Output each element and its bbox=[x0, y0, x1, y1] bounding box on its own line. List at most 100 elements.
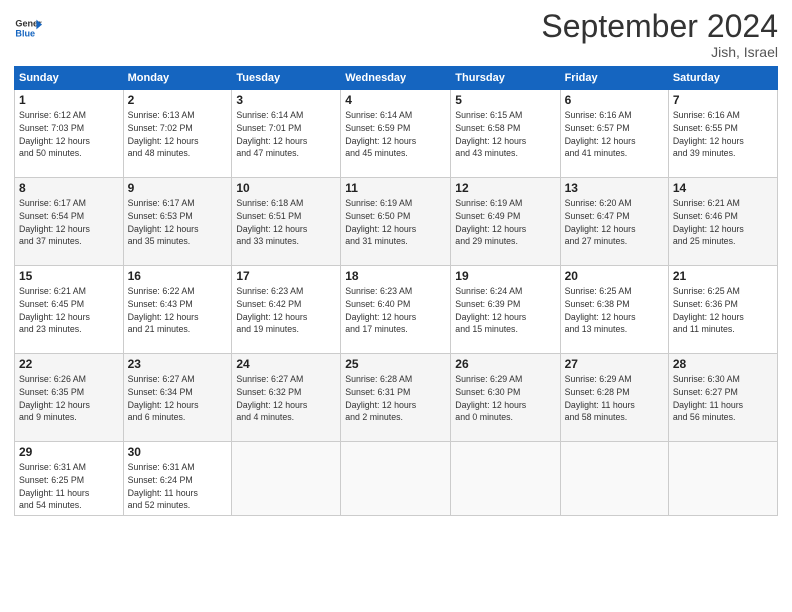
day-info: Sunrise: 6:31 AM Sunset: 6:25 PM Dayligh… bbox=[19, 461, 119, 512]
day-info: Sunrise: 6:18 AM Sunset: 6:51 PM Dayligh… bbox=[236, 197, 336, 248]
col-tuesday: Tuesday bbox=[232, 67, 341, 90]
col-sunday: Sunday bbox=[15, 67, 124, 90]
day-number: 14 bbox=[673, 181, 773, 195]
day-number: 20 bbox=[565, 269, 664, 283]
calendar-cell: 18 Sunrise: 6:23 AM Sunset: 6:40 PM Dayli… bbox=[341, 266, 451, 354]
week-row-5: 29 Sunrise: 6:31 AM Sunset: 6:25 PM Dayli… bbox=[15, 442, 778, 516]
day-number: 23 bbox=[128, 357, 228, 371]
day-info: Sunrise: 6:27 AM Sunset: 6:32 PM Dayligh… bbox=[236, 373, 336, 424]
day-number: 5 bbox=[455, 93, 555, 107]
calendar-cell bbox=[451, 442, 560, 516]
day-info: Sunrise: 6:21 AM Sunset: 6:45 PM Dayligh… bbox=[19, 285, 119, 336]
calendar-cell: 1Sunrise: 6:12 AM Sunset: 7:03 PM Daylig… bbox=[15, 90, 124, 178]
calendar-cell: 3 Sunrise: 6:14 AM Sunset: 7:01 PM Daylig… bbox=[232, 90, 341, 178]
svg-text:Blue: Blue bbox=[15, 28, 35, 38]
day-number: 4 bbox=[345, 93, 446, 107]
header: General Blue September 2024 Jish, Israel bbox=[14, 10, 778, 60]
calendar-cell: 14 Sunrise: 6:21 AM Sunset: 6:46 PM Dayli… bbox=[668, 178, 777, 266]
day-number: 18 bbox=[345, 269, 446, 283]
day-number: 28 bbox=[673, 357, 773, 371]
calendar-cell: 25 Sunrise: 6:28 AM Sunset: 6:31 PM Dayli… bbox=[341, 354, 451, 442]
day-info: Sunrise: 6:27 AM Sunset: 6:34 PM Dayligh… bbox=[128, 373, 228, 424]
header-row: Sunday Monday Tuesday Wednesday Thursday… bbox=[15, 67, 778, 90]
calendar-cell: 17 Sunrise: 6:23 AM Sunset: 6:42 PM Dayli… bbox=[232, 266, 341, 354]
calendar-cell: 19 Sunrise: 6:24 AM Sunset: 6:39 PM Dayli… bbox=[451, 266, 560, 354]
day-info: Sunrise: 6:28 AM Sunset: 6:31 PM Dayligh… bbox=[345, 373, 446, 424]
day-number: 19 bbox=[455, 269, 555, 283]
calendar-cell: 7 Sunrise: 6:16 AM Sunset: 6:55 PM Daylig… bbox=[668, 90, 777, 178]
day-number: 6 bbox=[565, 93, 664, 107]
day-info: Sunrise: 6:19 AM Sunset: 6:50 PM Dayligh… bbox=[345, 197, 446, 248]
logo: General Blue bbox=[14, 14, 45, 42]
day-number: 27 bbox=[565, 357, 664, 371]
day-number: 17 bbox=[236, 269, 336, 283]
calendar-table: Sunday Monday Tuesday Wednesday Thursday… bbox=[14, 66, 778, 516]
calendar-cell bbox=[668, 442, 777, 516]
day-number: 11 bbox=[345, 181, 446, 195]
day-number: 13 bbox=[565, 181, 664, 195]
day-info: Sunrise: 6:14 AM Sunset: 7:01 PM Dayligh… bbox=[236, 109, 336, 160]
calendar-cell: 10 Sunrise: 6:18 AM Sunset: 6:51 PM Dayli… bbox=[232, 178, 341, 266]
day-info: Sunrise: 6:25 AM Sunset: 6:36 PM Dayligh… bbox=[673, 285, 773, 336]
day-info: Sunrise: 6:29 AM Sunset: 6:28 PM Dayligh… bbox=[565, 373, 664, 424]
week-row-3: 15 Sunrise: 6:21 AM Sunset: 6:45 PM Dayli… bbox=[15, 266, 778, 354]
calendar-cell: 12 Sunrise: 6:19 AM Sunset: 6:49 PM Dayli… bbox=[451, 178, 560, 266]
calendar-cell: 24Sunrise: 6:27 AM Sunset: 6:32 PM Dayli… bbox=[232, 354, 341, 442]
day-number: 8 bbox=[19, 181, 119, 195]
calendar-cell: 20Sunrise: 6:25 AM Sunset: 6:38 PM Dayli… bbox=[560, 266, 668, 354]
day-info: Sunrise: 6:15 AM Sunset: 6:58 PM Dayligh… bbox=[455, 109, 555, 160]
week-row-1: 1Sunrise: 6:12 AM Sunset: 7:03 PM Daylig… bbox=[15, 90, 778, 178]
week-row-2: 8 Sunrise: 6:17 AM Sunset: 6:54 PM Daylig… bbox=[15, 178, 778, 266]
day-number: 9 bbox=[128, 181, 228, 195]
day-info: Sunrise: 6:16 AM Sunset: 6:57 PM Dayligh… bbox=[565, 109, 664, 160]
calendar-cell: 4Sunrise: 6:14 AM Sunset: 6:59 PM Daylig… bbox=[341, 90, 451, 178]
col-wednesday: Wednesday bbox=[341, 67, 451, 90]
calendar-cell bbox=[232, 442, 341, 516]
day-number: 3 bbox=[236, 93, 336, 107]
day-info: Sunrise: 6:29 AM Sunset: 6:30 PM Dayligh… bbox=[455, 373, 555, 424]
page-container: General Blue September 2024 Jish, Israel… bbox=[0, 0, 792, 522]
calendar-cell: 26 Sunrise: 6:29 AM Sunset: 6:30 PM Dayli… bbox=[451, 354, 560, 442]
day-number: 12 bbox=[455, 181, 555, 195]
calendar-cell: 15 Sunrise: 6:21 AM Sunset: 6:45 PM Dayli… bbox=[15, 266, 124, 354]
day-info: Sunrise: 6:20 AM Sunset: 6:47 PM Dayligh… bbox=[565, 197, 664, 248]
col-monday: Monday bbox=[123, 67, 232, 90]
calendar-cell: 22 Sunrise: 6:26 AM Sunset: 6:35 PM Dayli… bbox=[15, 354, 124, 442]
day-info: Sunrise: 6:23 AM Sunset: 6:42 PM Dayligh… bbox=[236, 285, 336, 336]
calendar-cell: 13 Sunrise: 6:20 AM Sunset: 6:47 PM Dayli… bbox=[560, 178, 668, 266]
day-number: 29 bbox=[19, 445, 119, 459]
calendar-cell: 29 Sunrise: 6:31 AM Sunset: 6:25 PM Dayli… bbox=[15, 442, 124, 516]
day-number: 2 bbox=[128, 93, 228, 107]
day-number: 1 bbox=[19, 93, 119, 107]
day-number: 26 bbox=[455, 357, 555, 371]
day-info: Sunrise: 6:19 AM Sunset: 6:49 PM Dayligh… bbox=[455, 197, 555, 248]
calendar-cell: 27 Sunrise: 6:29 AM Sunset: 6:28 PM Dayli… bbox=[560, 354, 668, 442]
day-info: Sunrise: 6:17 AM Sunset: 6:53 PM Dayligh… bbox=[128, 197, 228, 248]
calendar-cell: 5 Sunrise: 6:15 AM Sunset: 6:58 PM Daylig… bbox=[451, 90, 560, 178]
day-info: Sunrise: 6:26 AM Sunset: 6:35 PM Dayligh… bbox=[19, 373, 119, 424]
day-number: 21 bbox=[673, 269, 773, 283]
calendar-cell: 9 Sunrise: 6:17 AM Sunset: 6:53 PM Daylig… bbox=[123, 178, 232, 266]
month-title: September 2024 bbox=[541, 10, 778, 42]
day-info: Sunrise: 6:22 AM Sunset: 6:43 PM Dayligh… bbox=[128, 285, 228, 336]
day-info: Sunrise: 6:30 AM Sunset: 6:27 PM Dayligh… bbox=[673, 373, 773, 424]
day-number: 30 bbox=[128, 445, 228, 459]
day-info: Sunrise: 6:24 AM Sunset: 6:39 PM Dayligh… bbox=[455, 285, 555, 336]
day-info: Sunrise: 6:23 AM Sunset: 6:40 PM Dayligh… bbox=[345, 285, 446, 336]
day-info: Sunrise: 6:31 AM Sunset: 6:24 PM Dayligh… bbox=[128, 461, 228, 512]
day-number: 16 bbox=[128, 269, 228, 283]
day-info: Sunrise: 6:13 AM Sunset: 7:02 PM Dayligh… bbox=[128, 109, 228, 160]
calendar-cell: 2 Sunrise: 6:13 AM Sunset: 7:02 PM Daylig… bbox=[123, 90, 232, 178]
day-number: 15 bbox=[19, 269, 119, 283]
day-number: 10 bbox=[236, 181, 336, 195]
day-number: 25 bbox=[345, 357, 446, 371]
calendar-cell: 21 Sunrise: 6:25 AM Sunset: 6:36 PM Dayli… bbox=[668, 266, 777, 354]
day-info: Sunrise: 6:16 AM Sunset: 6:55 PM Dayligh… bbox=[673, 109, 773, 160]
calendar-cell: 16 Sunrise: 6:22 AM Sunset: 6:43 PM Dayli… bbox=[123, 266, 232, 354]
col-saturday: Saturday bbox=[668, 67, 777, 90]
day-info: Sunrise: 6:17 AM Sunset: 6:54 PM Dayligh… bbox=[19, 197, 119, 248]
title-block: September 2024 Jish, Israel bbox=[541, 10, 778, 60]
day-number: 22 bbox=[19, 357, 119, 371]
day-number: 7 bbox=[673, 93, 773, 107]
day-info: Sunrise: 6:21 AM Sunset: 6:46 PM Dayligh… bbox=[673, 197, 773, 248]
